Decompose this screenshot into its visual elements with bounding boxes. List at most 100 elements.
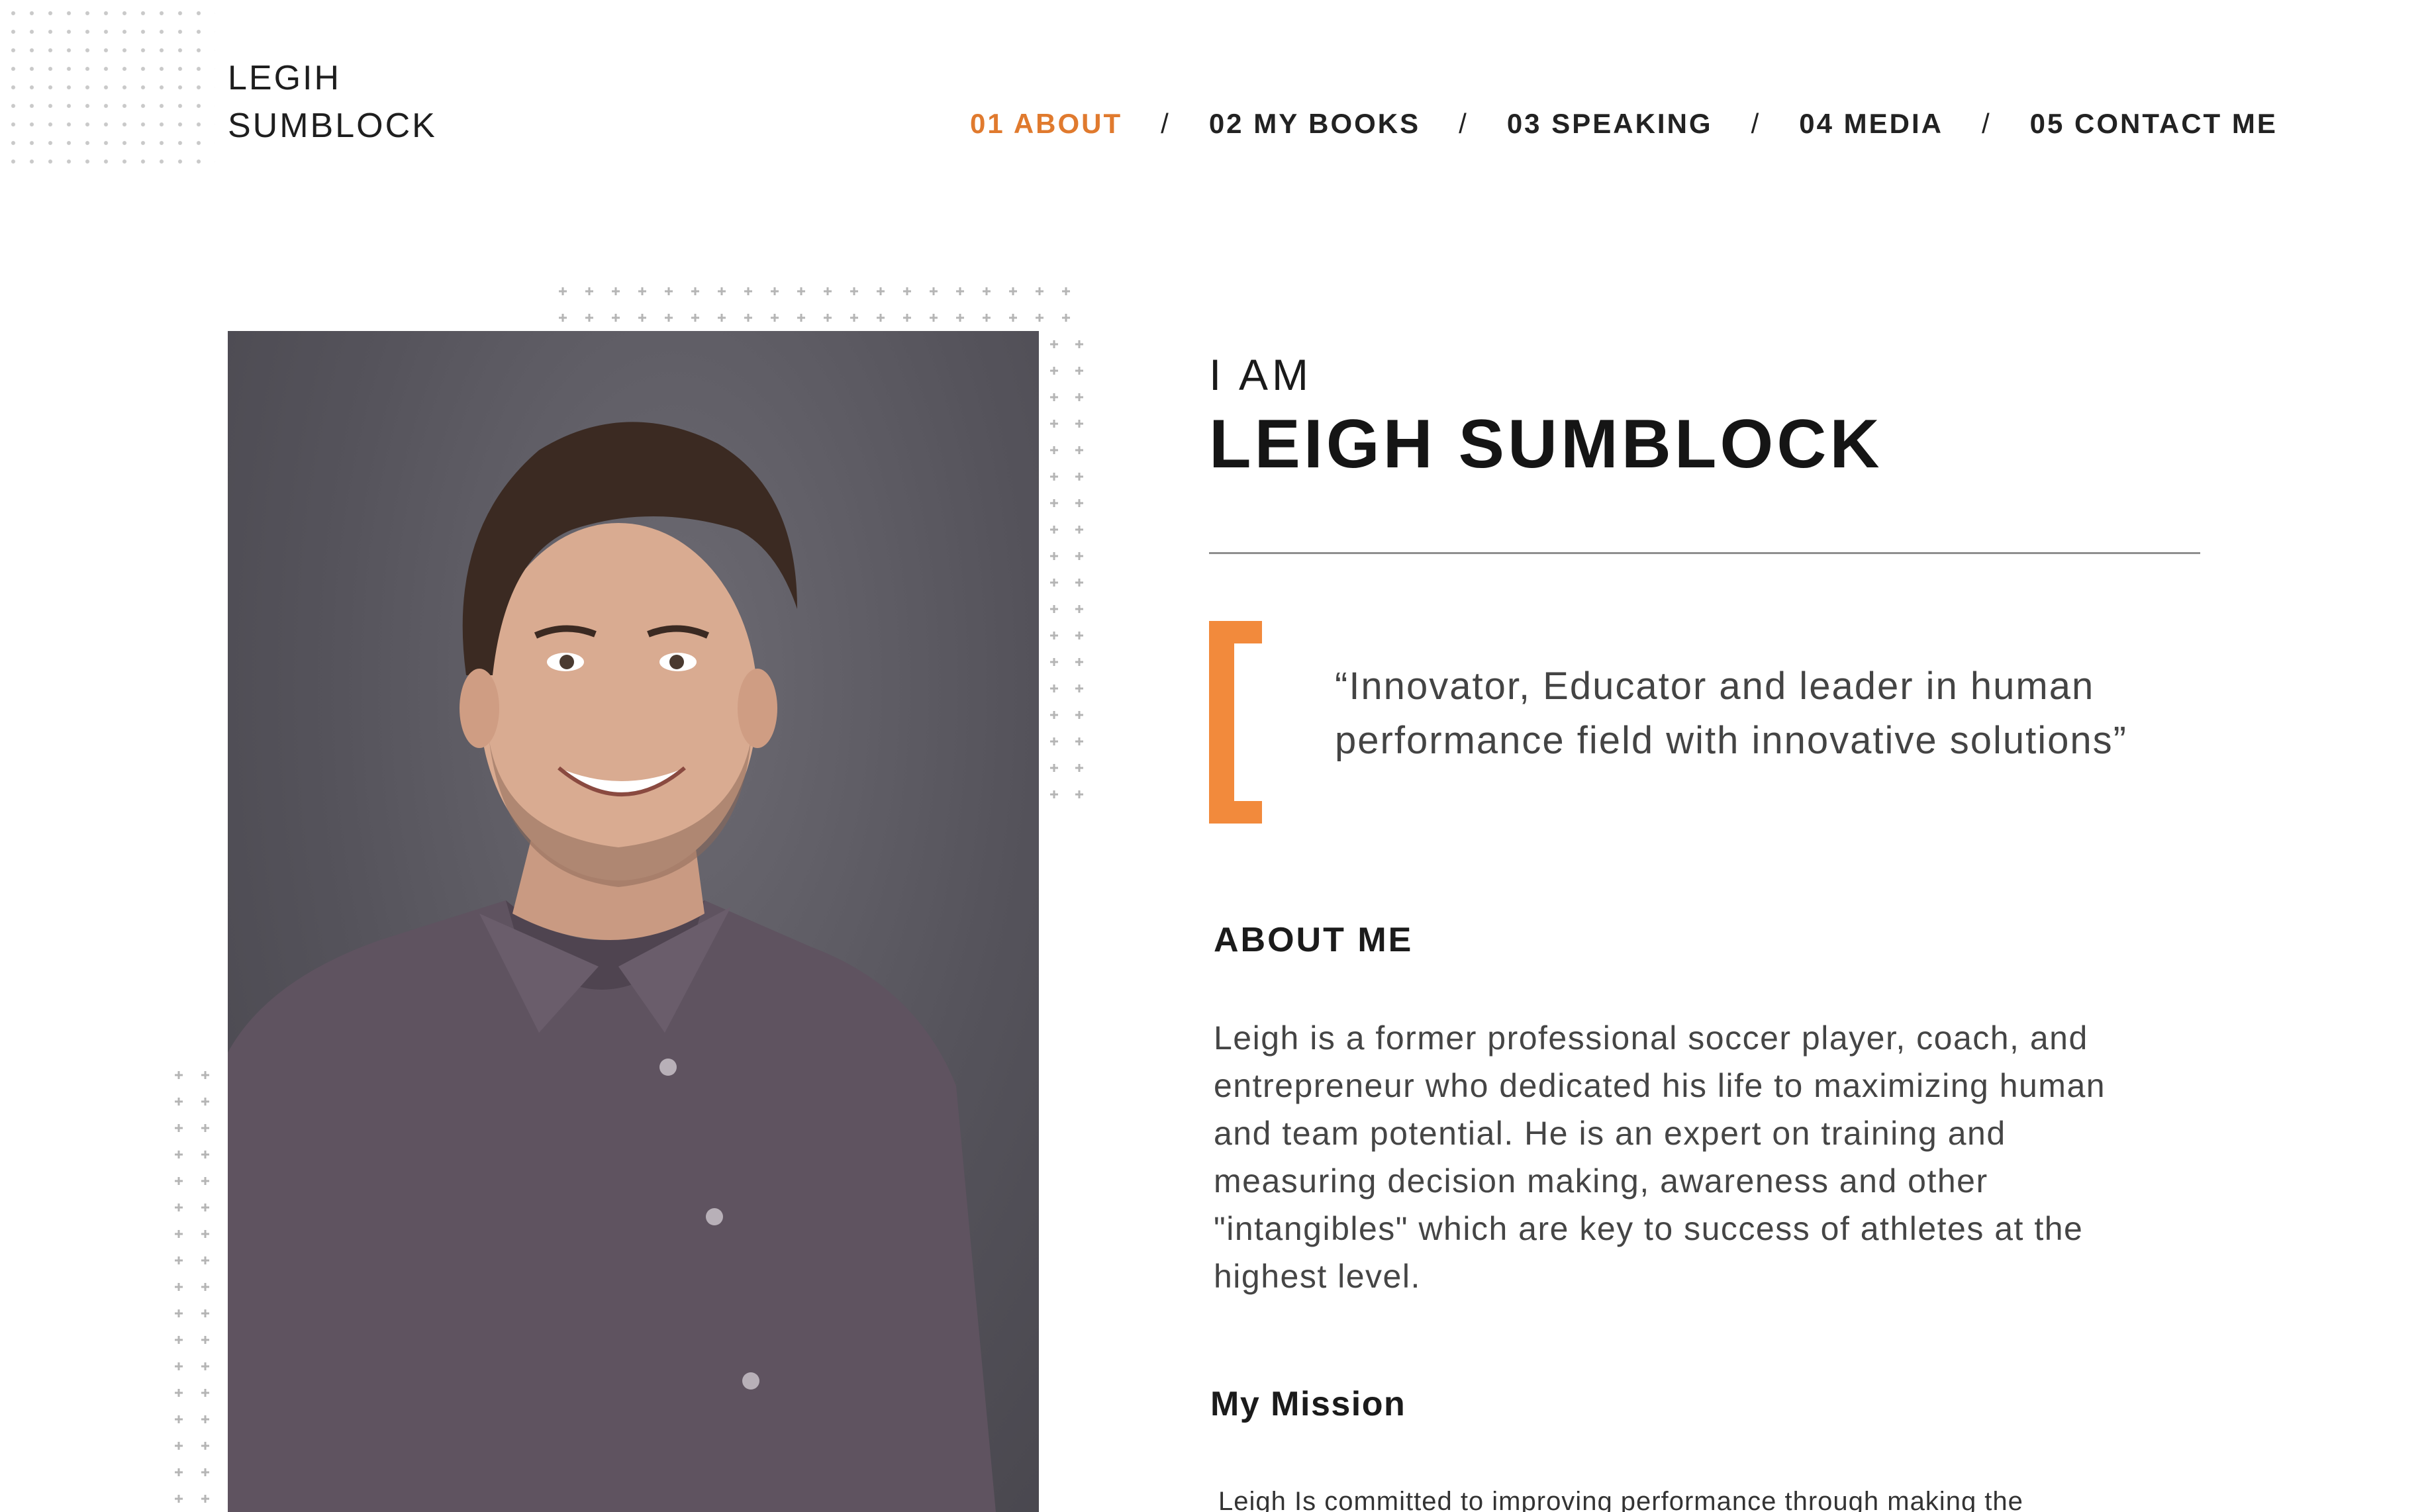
decorative-plus-mark	[175, 1256, 183, 1264]
decorative-plus-mark	[585, 287, 593, 295]
nav-item-contact-me[interactable]: 05 CONTACT ME	[2030, 108, 2278, 140]
decorative-plus-mark	[850, 314, 858, 322]
decorative-plus-mark	[903, 314, 911, 322]
page: LEGIH SUMBLOCK 01 ABOUT / 02 MY BOOKS / …	[0, 0, 2428, 1512]
decorative-plus-mark	[612, 287, 620, 295]
main-nav: 01 ABOUT / 02 MY BOOKS / 03 SPEAKING / 0…	[970, 108, 2278, 140]
decorative-plus-mark	[1075, 526, 1083, 534]
decorative-plus-mark	[1050, 764, 1058, 772]
decorative-plus-mark	[201, 1071, 209, 1079]
decorative-plus-mark	[850, 287, 858, 295]
decorative-plus-mark	[1050, 526, 1058, 534]
decorative-plus-mark	[1050, 420, 1058, 428]
decorative-plus-mark	[1062, 314, 1070, 322]
decorative-plus-mark	[1075, 446, 1083, 454]
decorative-plus-mark	[691, 287, 699, 295]
portrait-illustration	[228, 422, 996, 1512]
mission-text: Leigh Is committed to improving performa…	[1218, 1487, 2023, 1512]
decorative-plus-mark	[175, 1124, 183, 1132]
decorative-plus-mark	[1075, 367, 1083, 375]
decorative-plus-mark	[201, 1256, 209, 1264]
decorative-plus-mark	[1075, 473, 1083, 481]
decorative-plus-mark	[612, 314, 620, 322]
hero-name: LEIGH SUMBLOCK	[1209, 406, 1883, 483]
decorative-plus-mark	[201, 1124, 209, 1132]
decorative-plus-mark	[201, 1098, 209, 1106]
decorative-plus-mark	[1050, 473, 1058, 481]
quote-bracket-icon	[1209, 621, 1262, 824]
decorative-plus-mark	[1050, 552, 1058, 560]
decorative-plus-mark	[201, 1415, 209, 1423]
decorative-plus-mark	[1075, 737, 1083, 745]
nav-separator: /	[1981, 108, 1992, 139]
decorative-plus-mark	[1050, 499, 1058, 507]
decorative-plus-mark	[1036, 287, 1044, 295]
about-text: Leigh is a former professional soccer pl…	[1214, 1019, 2106, 1295]
decorative-plus-mark	[638, 314, 646, 322]
decorative-plus-mark	[175, 1151, 183, 1158]
decorative-plus-mark	[201, 1362, 209, 1370]
nav-item-my-books[interactable]: 02 MY BOOKS	[1209, 108, 1420, 140]
decorative-plus-mark	[201, 1283, 209, 1291]
decorative-plus-mark	[175, 1362, 183, 1370]
decorative-plus-mark	[175, 1230, 183, 1238]
decorative-plus-mark	[1075, 685, 1083, 692]
decorative-plus-mark	[201, 1495, 209, 1503]
hero-quote: “Innovator, Educator and leader in human…	[1335, 665, 2127, 762]
decorative-plus-mark	[1050, 790, 1058, 798]
decorative-plus-mark	[559, 287, 567, 295]
decorative-plus-mark	[797, 314, 805, 322]
decorative-plus-mark	[201, 1204, 209, 1211]
decorative-plus-mark	[175, 1415, 183, 1423]
site-logo[interactable]: LEGIH SUMBLOCK	[228, 54, 437, 150]
decorative-plus-mark	[201, 1309, 209, 1317]
decorative-plus-mark	[1075, 393, 1083, 401]
decorative-plus-mark	[201, 1442, 209, 1450]
section-divider	[1209, 552, 2200, 554]
decorative-plus-mark	[1050, 579, 1058, 587]
nav-separator: /	[1161, 108, 1171, 139]
decorative-plus-mark	[956, 314, 964, 322]
decorative-plus-mark	[175, 1389, 183, 1397]
decorative-plus-mark	[718, 314, 726, 322]
decorative-plus-mark	[559, 314, 567, 322]
decorative-plus-mark	[175, 1495, 183, 1503]
decorative-plus-mark	[201, 1468, 209, 1476]
decorative-plus-mark	[175, 1204, 183, 1211]
decorative-plus-mark	[744, 314, 752, 322]
decorative-plus-mark	[1050, 685, 1058, 692]
decorative-plus-mark	[1075, 420, 1083, 428]
decorative-plus-mark	[201, 1336, 209, 1344]
decorative-plus-mark	[771, 314, 779, 322]
nav-item-media[interactable]: 04 MEDIA	[1799, 108, 1943, 140]
decorative-plus-mark	[1009, 287, 1017, 295]
decorative-plus-mark	[175, 1071, 183, 1079]
decorative-plus-mark	[175, 1283, 183, 1291]
decorative-plus-mark	[1075, 632, 1083, 639]
decorative-plus-mark	[1075, 340, 1083, 348]
decorative-plus-mark	[930, 314, 938, 322]
decorative-plus-mark	[1050, 632, 1058, 639]
decorative-plus-mark	[1050, 711, 1058, 719]
decorative-plus-mark	[1050, 605, 1058, 613]
decorative-plus-mark	[1036, 314, 1044, 322]
nav-item-speaking[interactable]: 03 SPEAKING	[1507, 108, 1713, 140]
decorative-plus-mark	[175, 1098, 183, 1106]
decorative-plus-mark	[824, 314, 832, 322]
about-heading: ABOUT ME	[1214, 921, 1414, 959]
decorative-dot-pattern	[0, 0, 215, 169]
decorative-plus-mark	[201, 1177, 209, 1185]
decorative-plus-mark	[1075, 711, 1083, 719]
decorative-plus-mark	[175, 1177, 183, 1185]
nav-separator: /	[1751, 108, 1761, 139]
decorative-plus-mark	[1075, 764, 1083, 772]
nav-item-about[interactable]: 01 ABOUT	[970, 108, 1122, 140]
decorative-plus-mark	[1009, 314, 1017, 322]
decorative-plus-mark	[638, 287, 646, 295]
decorative-plus-mark	[1050, 367, 1058, 375]
decorative-plus-mark	[956, 287, 964, 295]
decorative-plus-pattern-left	[175, 1071, 209, 1503]
decorative-plus-mark	[201, 1151, 209, 1158]
decorative-plus-mark	[1050, 737, 1058, 745]
decorative-plus-mark	[744, 287, 752, 295]
